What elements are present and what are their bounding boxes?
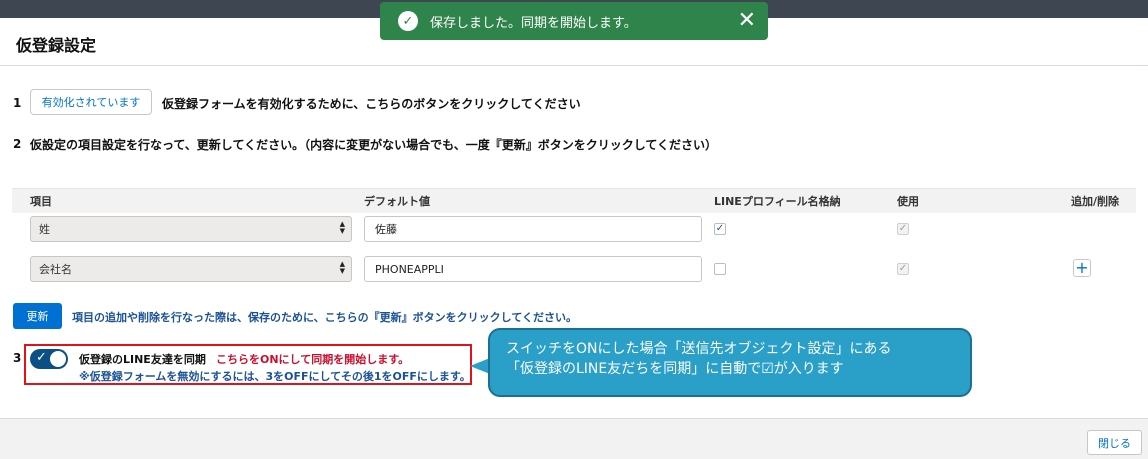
- step-1-instruction: 仮登録フォームを有効化するために、こちらのボタンをクリックしてください: [162, 97, 581, 111]
- modal-header: 仮登録設定: [0, 18, 1148, 66]
- sync-toggle-label: 仮登録のLINE友達を同期: [79, 353, 206, 366]
- select-arrows-icon: ▲ ▼: [339, 260, 345, 275]
- callout-line-1: スイッチをONにした場合「送信先オブジェクト設定」にある: [506, 341, 892, 357]
- default-value-text: PHONEAPPLI: [375, 262, 444, 276]
- modal-footer: [0, 418, 1148, 459]
- default-value-text: 佐藤: [375, 223, 397, 236]
- sync-blue-note: ※仮登録フォームを無効にするには、3をOFFにしてその後1をOFFにします。: [79, 370, 471, 383]
- annotation-callout: スイッチをONにした場合「送信先オブジェクト設定」にある 「仮登録のLINE友だ…: [488, 328, 972, 397]
- use-checkbox-row-1: ✓: [897, 223, 909, 235]
- default-value-input-row-1[interactable]: 佐藤: [364, 216, 702, 242]
- update-note: 項目の追加や削除を行なった際は、保存のために、こちらの『更新』ボタンをクリックし…: [72, 311, 578, 324]
- column-header-add-remove: 追加/削除: [1071, 195, 1120, 208]
- callout-line-2: 「仮登録のLINE友だちを同期」に自動で☑が入ります: [506, 361, 844, 377]
- update-button[interactable]: 更新: [13, 303, 62, 329]
- line-profile-checkbox-row-1[interactable]: ✓: [714, 223, 726, 235]
- use-checkbox-row-2: ✓: [897, 263, 909, 275]
- line-profile-checkbox-row-2[interactable]: [714, 263, 726, 275]
- toggle-knob: [50, 351, 66, 367]
- item-select-row-2[interactable]: 会社名 ▲ ▼: [30, 256, 352, 282]
- sync-red-note: こちらをONにして同期を開始します。: [216, 353, 410, 366]
- column-header-use: 使用: [897, 195, 919, 208]
- column-header-line-profile: LINEプロフィール名格納: [714, 195, 841, 208]
- select-arrows-icon: ▲ ▼: [339, 220, 345, 235]
- add-row-button[interactable]: +: [1073, 259, 1091, 277]
- toggle-check-icon: ✓: [36, 350, 47, 365]
- close-button[interactable]: 閉じる: [1087, 430, 1142, 455]
- step-1-number: 1: [13, 96, 22, 110]
- enabled-button[interactable]: 有効化されています: [30, 89, 152, 115]
- callout-tail: [470, 358, 490, 374]
- column-header-item: 項目: [30, 195, 52, 208]
- column-header-default-value: デフォルト値: [364, 195, 430, 208]
- default-value-input-row-2[interactable]: PHONEAPPLI: [364, 256, 702, 282]
- table-header: [12, 188, 1136, 213]
- item-select-value: 会社名: [39, 263, 72, 276]
- item-select-value: 姓: [39, 223, 50, 236]
- item-select-row-1[interactable]: 姓 ▲ ▼: [30, 216, 352, 242]
- step-2-instruction: 仮設定の項目設定を行なって、更新してください。（内容に変更がない場合でも、一度『…: [30, 138, 718, 152]
- step-2-number: 2: [13, 137, 22, 151]
- sync-toggle[interactable]: ✓: [30, 349, 68, 369]
- page-title: 仮登録設定: [16, 36, 97, 55]
- step-3-number: 3: [13, 351, 22, 365]
